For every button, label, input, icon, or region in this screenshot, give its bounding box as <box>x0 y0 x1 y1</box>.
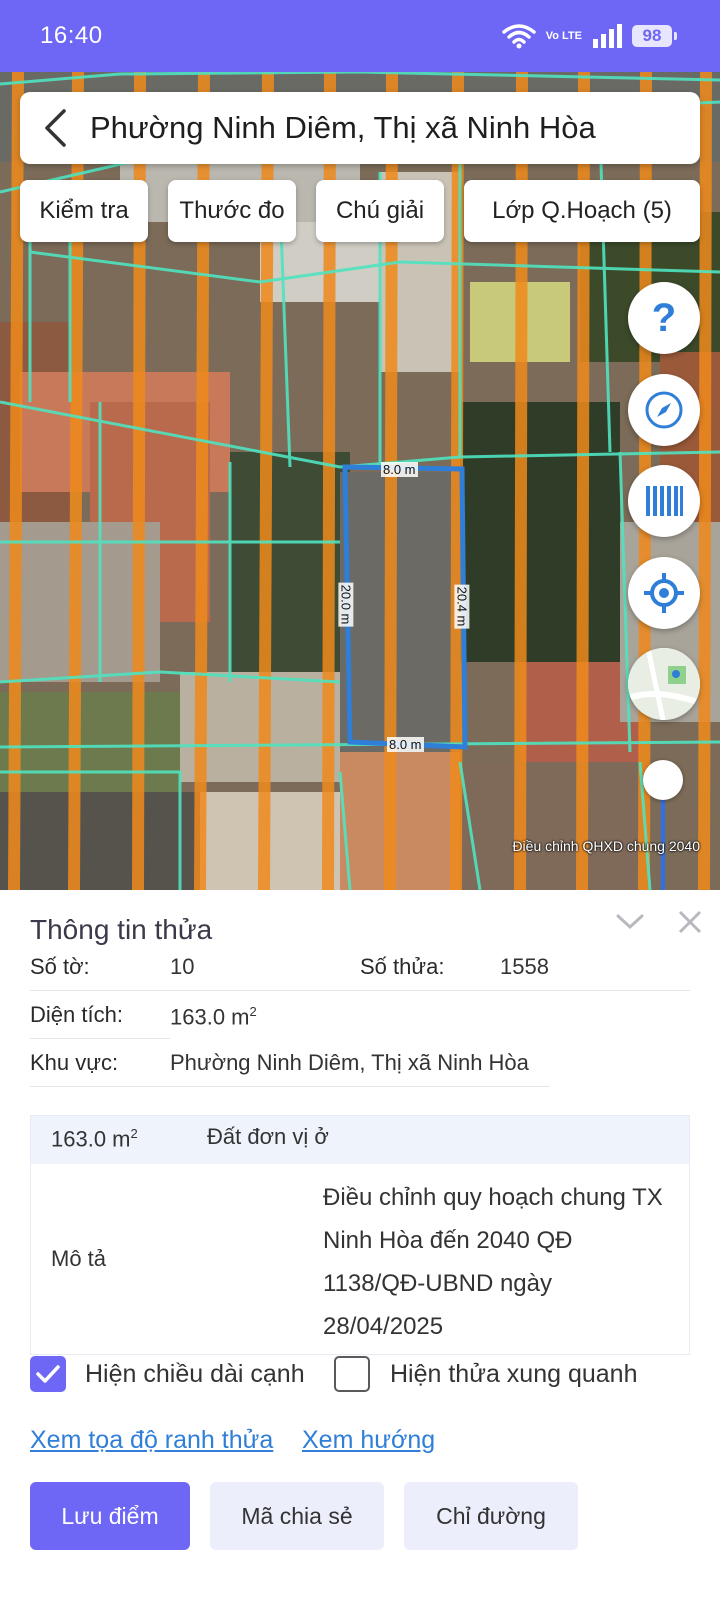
compass-icon <box>645 391 683 429</box>
location-title: Phường Ninh Diêm, Thị xã Ninh Hòa <box>90 110 596 145</box>
land-use-table: 163.0 m2 Đất đơn vị ở Mô tả Điều chỉnh q… <box>30 1115 690 1355</box>
edge-label-right: 20.4 m <box>454 584 470 629</box>
map-thumbnail-icon <box>628 648 700 720</box>
edge-label-bottom: 8.0 m <box>387 737 424 752</box>
zone-area: 163.0 m2 <box>51 1126 138 1152</box>
barcode-icon <box>646 486 683 516</box>
show-edges-label[interactable]: Hiện chiều dài cạnh <box>85 1360 305 1389</box>
sheet-value: 10 <box>170 954 195 979</box>
sheet-parcel-row: Số tờ: 10 Số thửa: 1558 <box>30 952 690 988</box>
land-use-header: 163.0 m2 Đất đơn vị ở <box>31 1116 689 1164</box>
edge-label-left: 20.0 m <box>338 582 354 627</box>
parcel-info-panel: Thông tin thửa Số tờ: 10 Số thửa: 1558 D… <box>0 890 720 1600</box>
share-code-button[interactable]: Mã chia sẻ <box>210 1482 384 1550</box>
area-label: Diện tích: <box>30 1002 123 1027</box>
opacity-slider-knob[interactable] <box>643 760 683 800</box>
back-arrow-icon[interactable] <box>20 92 90 164</box>
divider <box>30 1086 550 1087</box>
location-header[interactable]: Phường Ninh Diêm, Thị xã Ninh Hòa <box>20 92 700 164</box>
panel-title: Thông tin thửa <box>30 914 213 945</box>
description-label: Mô tả <box>51 1246 107 1271</box>
battery-indicator: 98 <box>632 25 677 47</box>
checkmark-icon <box>36 1365 60 1383</box>
locate-button[interactable] <box>628 557 700 629</box>
measure-button[interactable]: Thước đo <box>168 180 296 242</box>
show-neighbors-label[interactable]: Hiện thửa xung quanh <box>390 1360 637 1389</box>
view-boundary-coords-link[interactable]: Xem tọa độ ranh thửa <box>30 1426 273 1455</box>
locate-icon <box>644 573 684 613</box>
parcel-number-value: 1558 <box>500 954 549 979</box>
basemap-button[interactable] <box>628 648 700 720</box>
status-icons: Vo LTE 98 <box>501 23 677 49</box>
barcode-button[interactable] <box>628 465 700 537</box>
help-icon: ? <box>651 295 677 340</box>
show-neighbors-checkbox[interactable] <box>334 1356 370 1392</box>
parcel-number-label: Số thửa: <box>360 954 445 979</box>
show-edges-checkbox[interactable] <box>30 1356 66 1392</box>
close-icon <box>678 910 702 934</box>
signal-icon <box>593 24 622 48</box>
check-button[interactable]: Kiểm tra <box>20 180 148 242</box>
legend-button[interactable]: Chú giải <box>316 180 444 242</box>
compass-button[interactable] <box>628 374 700 446</box>
close-button[interactable] <box>670 902 710 942</box>
volte-indicator: Vo LTE <box>545 29 582 42</box>
edge-label-top: 8.0 m <box>381 462 418 477</box>
view-direction-link[interactable]: Xem hướng <box>302 1426 435 1455</box>
divider <box>30 1038 170 1039</box>
wifi-icon <box>501 24 536 49</box>
land-type: Đất đơn vị ở <box>207 1124 329 1149</box>
area-value: 163.0 m2 <box>170 1004 257 1030</box>
divider <box>30 990 690 991</box>
region-row: Khu vực: Phường Ninh Diêm, Thị xã Ninh H… <box>30 1048 690 1088</box>
area-row: Diện tích: 163.0 m2 <box>30 1000 690 1040</box>
collapse-button[interactable] <box>610 902 650 942</box>
description-value: Điều chỉnh quy hoạch chung TX Ninh Hòa đ… <box>323 1184 663 1340</box>
status-time: 16:40 <box>40 22 103 49</box>
chevron-down-icon <box>616 914 644 930</box>
region-label: Khu vực: <box>30 1050 119 1075</box>
status-bar: 16:40 Vo LTE 98 <box>0 0 720 72</box>
directions-button[interactable]: Chỉ đường <box>404 1482 578 1550</box>
sheet-label: Số tờ: <box>30 954 90 979</box>
region-value: Phường Ninh Diêm, Thị xã Ninh Hòa <box>170 1050 529 1075</box>
active-layer-caption: Điều chỉnh QHXD chung 2040 <box>512 838 700 854</box>
help-button[interactable]: ? <box>628 282 700 354</box>
planning-layers-button[interactable]: Lớp Q.Hoạch (5) <box>464 180 700 242</box>
save-point-button[interactable]: Lưu điểm <box>30 1482 190 1550</box>
